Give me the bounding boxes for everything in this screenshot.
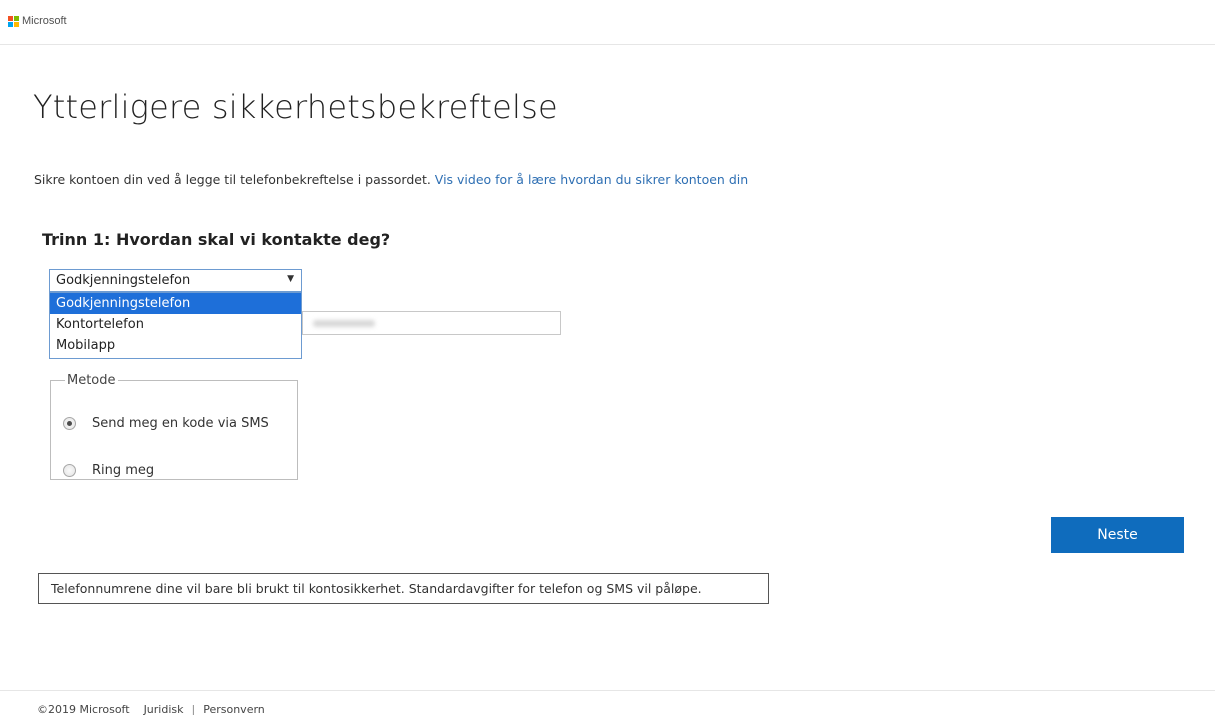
dropdown-option-mobilapp[interactable]: Mobilapp [50,335,301,356]
phone-number-input[interactable] [302,311,561,335]
intro-description: Sikre kontoen din ved å legge til telefo… [34,172,435,187]
dropdown-option-kontortelefon[interactable]: Kontortelefon [50,314,301,335]
footer-links: ©2019 Microsoft Juridisk | Personvern [37,703,265,715]
brand-name: Microsoft [22,15,67,27]
step-heading: Trinn 1: Hvordan skal vi kontakte deg? [42,230,391,249]
top-header: Microsoft [0,0,1215,45]
legal-link[interactable]: Juridisk [144,703,184,715]
method-option-call[interactable]: Ring meg [63,463,154,478]
next-button[interactable]: Neste [1051,517,1184,553]
privacy-link[interactable]: Personvern [203,703,265,715]
dropdown-option-godkjenningstelefon[interactable]: Godkjenningstelefon [50,293,301,314]
copyright-text: ©2019 Microsoft [37,703,130,715]
contact-method-selected-value: Godkjenningstelefon [56,273,191,288]
method-legend: Metode [67,373,116,388]
footer-separator: | [191,703,196,715]
method-fieldset: Metode Send meg en kode via SMS Ring meg [50,373,298,480]
phone-usage-notice: Telefonnumrene dine vil bare bli brukt t… [38,573,769,604]
footer: ©2019 Microsoft Juridisk | Personvern [0,690,1215,715]
security-video-link[interactable]: Vis video for å lære hvordan du sikrer k… [435,172,748,187]
contact-method-dropdown-list: Godkjenningstelefon Kontortelefon Mobila… [49,292,302,359]
sms-radio-label: Send meg en kode via SMS [92,416,269,431]
page-title: Ytterligere sikkerhetsbekreftelse [33,88,558,126]
microsoft-brand: Microsoft [8,15,67,27]
intro-text: Sikre kontoen din ved å legge til telefo… [34,172,748,187]
method-option-sms[interactable]: Send meg en kode via SMS [63,416,269,431]
redacted-phone-number [313,320,375,327]
contact-method-select[interactable]: Godkjenningstelefon ▼ [49,269,302,292]
call-radio-button[interactable] [63,464,76,477]
dropdown-arrow-icon: ▼ [287,274,294,284]
call-radio-label: Ring meg [92,463,155,478]
sms-radio-button[interactable] [63,417,76,430]
microsoft-logo-icon [8,15,19,27]
